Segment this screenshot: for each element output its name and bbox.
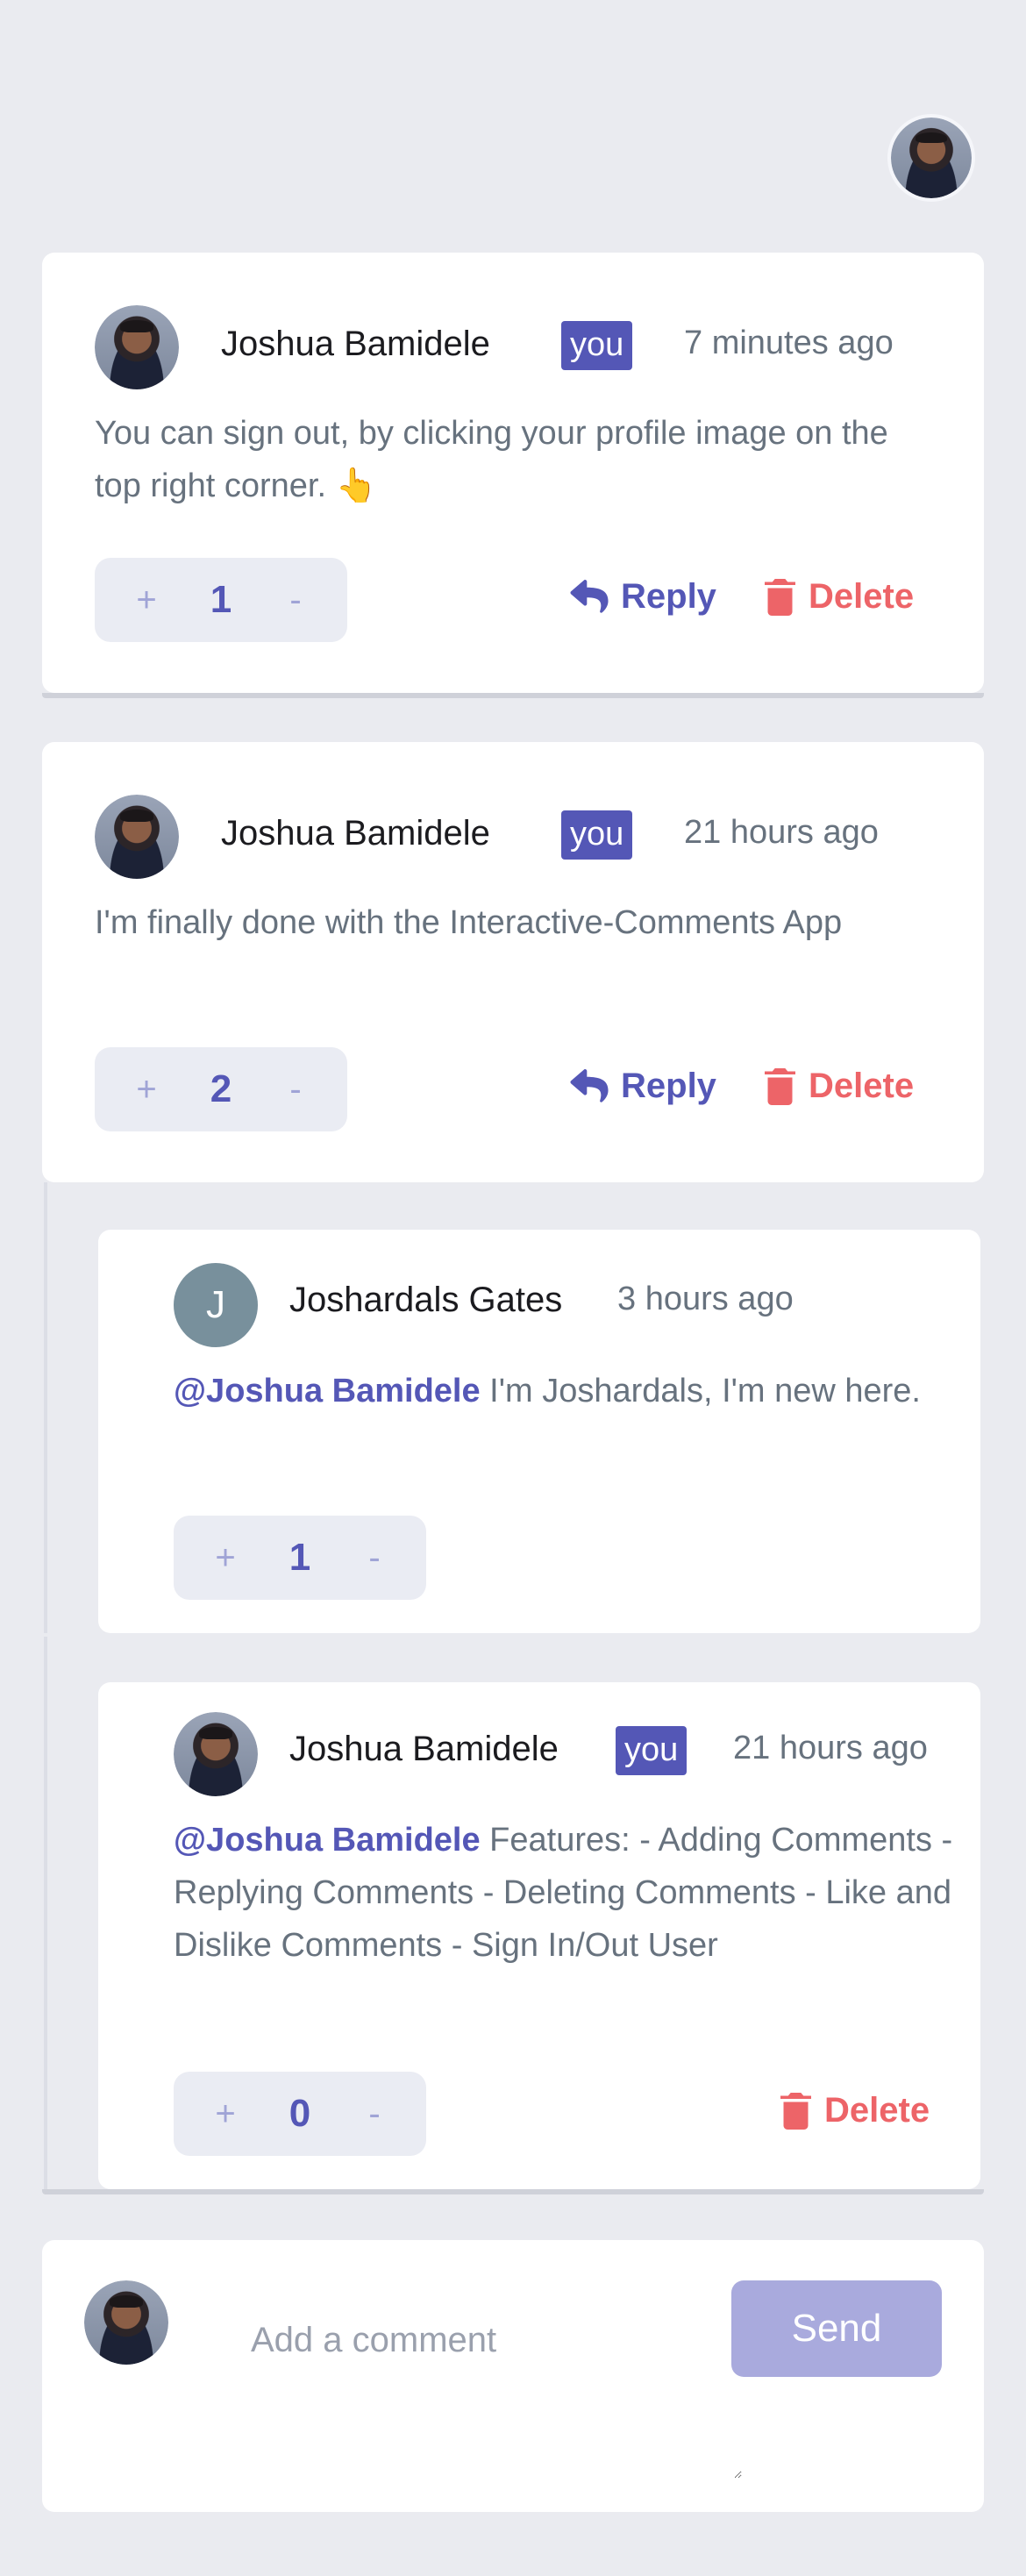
comment-timestamp: 21 hours ago [733,1730,928,1766]
upvote-button[interactable]: + [116,1047,177,1131]
comment-card: Joshua Bamidele you 21 hours ago I'm fin… [42,742,984,1182]
trash-icon [765,578,796,616]
comment-text: @Joshua Bamidele Features: - Adding Comm… [174,1814,972,1972]
upvote-button[interactable]: + [195,1516,256,1600]
avatar [95,795,179,879]
reply-button[interactable]: Reply [570,577,716,617]
delete-button[interactable]: Delete [765,1067,914,1106]
comment-text: I'm finally done with the Interactive-Co… [95,904,843,941]
comment-text: @Joshua Bamidele I'm Joshardals, I'm new… [174,1365,945,1417]
reply-thread-line [44,1637,47,2189]
delete-label: Delete [809,1067,915,1105]
comment-username: Joshua Bamidele [221,325,490,363]
comment-timestamp: 7 minutes ago [684,325,894,361]
upvote-button[interactable]: + [116,558,177,642]
avatar [95,305,179,389]
delete-button[interactable]: Delete [765,577,914,617]
vote-control: + 0 - [174,2072,426,2156]
comment-input[interactable] [251,2321,742,2479]
avatar-image [891,118,972,198]
reply-thread-line [44,1182,47,1633]
reply-card: J Joshardals Gates 3 hours ago @Joshua B… [98,1230,980,1633]
comment-composer: Send [42,2240,984,2512]
vote-control: + 1 - [174,1516,426,1600]
comment-timestamp: 3 hours ago [617,1281,794,1317]
delete-label: Delete [809,577,915,616]
you-badge: you [561,321,633,370]
comment-text: You can sign out, by clicking your profi… [95,415,888,504]
downvote-button[interactable]: - [265,1047,326,1131]
upvote-button[interactable]: + [195,2072,256,2156]
delete-label: Delete [824,2091,930,2130]
trash-icon [780,2092,812,2130]
reply-icon [570,579,609,613]
downvote-button[interactable]: - [344,2072,405,2156]
downvote-button[interactable]: - [344,1516,405,1600]
comment-card: Joshua Bamidele you 7 minutes ago You ca… [42,253,984,693]
comment-timestamp: 21 hours ago [684,814,879,851]
card-divider [42,693,984,698]
mention[interactable]: @Joshua Bamidele [174,1373,481,1409]
card-divider [42,2189,984,2194]
vote-control: + 1 - [95,558,347,642]
comment-username: Joshua Bamidele [289,1730,559,1768]
avatar [84,2280,168,2365]
reply-card: Joshua Bamidele you 21 hours ago @Joshua… [98,1682,980,2189]
you-badge: you [561,810,633,860]
mention[interactable]: @Joshua Bamidele [174,1822,481,1859]
you-badge: you [616,1726,688,1775]
reply-icon [570,1068,609,1102]
comment-username: Joshua Bamidele [221,814,490,853]
delete-button[interactable]: Delete [780,2091,930,2130]
reply-label: Reply [621,1067,716,1105]
profile-avatar[interactable] [887,114,975,202]
comment-username: Joshardals Gates [289,1281,563,1319]
reply-label: Reply [621,577,716,616]
send-button[interactable]: Send [731,2280,942,2377]
reply-button[interactable]: Reply [570,1067,716,1106]
vote-control: + 2 - [95,1047,347,1131]
trash-icon [765,1067,796,1105]
reply-body: I'm Joshardals, I'm new here. [480,1373,921,1409]
avatar [174,1712,258,1796]
downvote-button[interactable]: - [265,558,326,642]
avatar: J [174,1263,258,1347]
